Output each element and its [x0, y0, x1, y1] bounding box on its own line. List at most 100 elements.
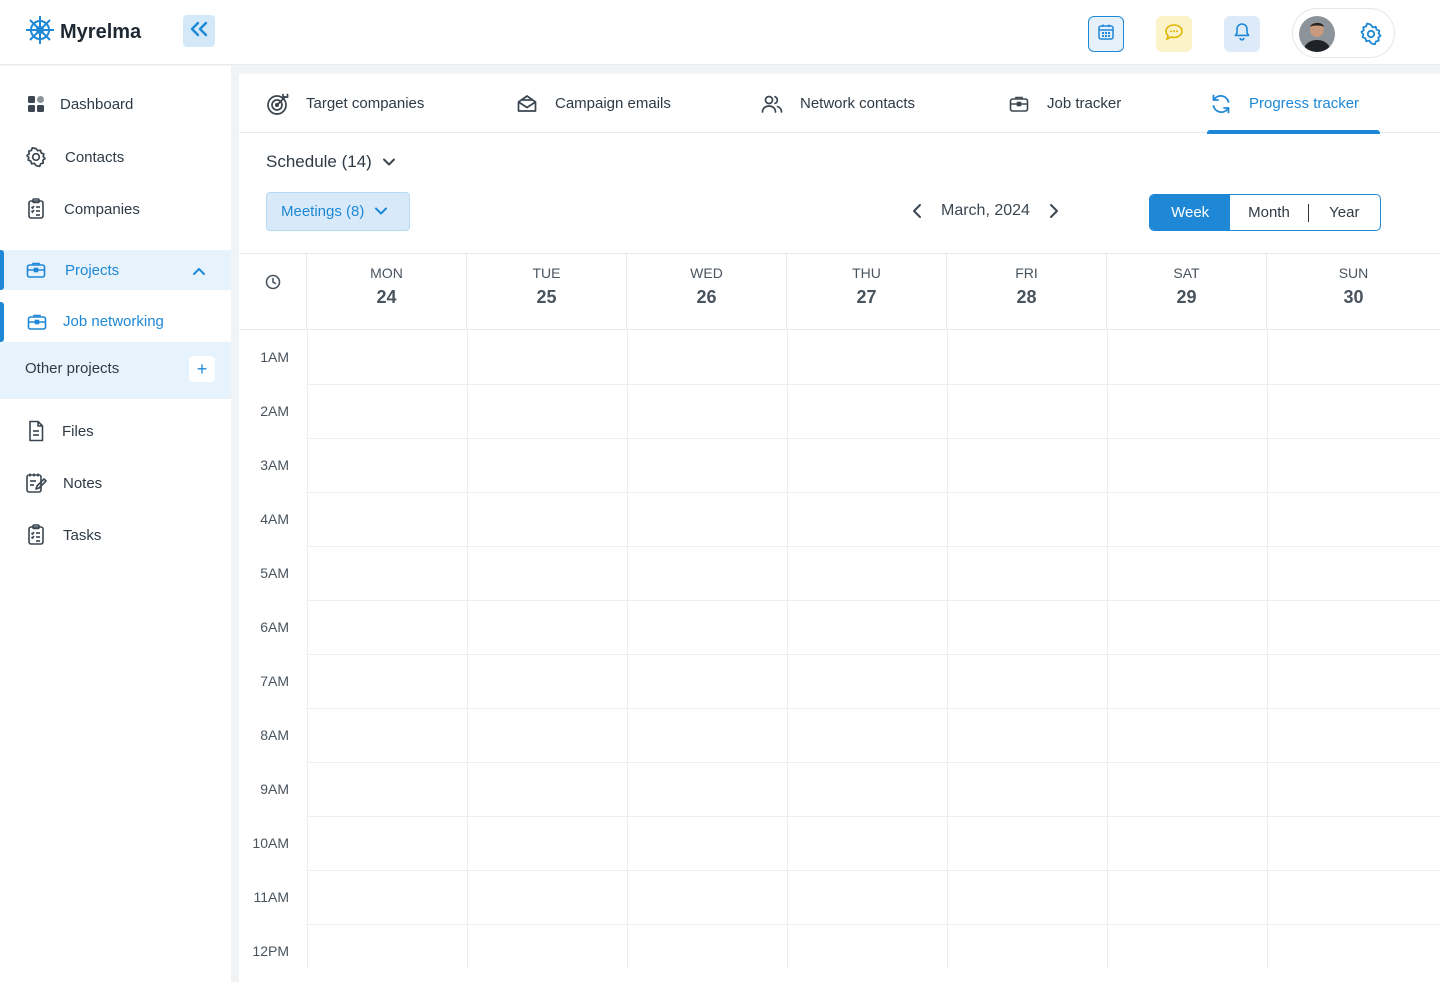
- time-column-header: [239, 254, 307, 330]
- hour-label: 12PM: [252, 943, 289, 959]
- tab-campaign-emails[interactable]: Campaign emails: [515, 74, 671, 133]
- day-number: 29: [1176, 287, 1197, 307]
- chevron-down-icon: [374, 203, 388, 220]
- day-name: SUN: [1338, 265, 1369, 281]
- sidebar-item-label: Projects: [65, 261, 120, 279]
- clipboard-check-icon: [25, 524, 47, 546]
- sidebar-item-job-networking[interactable]: Job networking: [0, 302, 231, 342]
- chevron-right-icon[interactable]: [1046, 202, 1062, 220]
- refresh-icon: [1209, 92, 1233, 116]
- view-week-button[interactable]: Week: [1150, 195, 1231, 230]
- period-navigator: March, 2024: [909, 202, 1062, 220]
- profile-menu: [1292, 8, 1395, 58]
- collapse-sidebar-button[interactable]: [183, 15, 215, 47]
- briefcase-icon: [1007, 92, 1031, 116]
- bell-icon: [1233, 22, 1251, 47]
- hour-label: 11AM: [253, 889, 289, 905]
- settings-button[interactable]: [1359, 22, 1383, 46]
- day-header-tue[interactable]: TUE 25: [467, 254, 627, 330]
- notifications-button[interactable]: [1224, 16, 1260, 52]
- hour-gridline: [307, 924, 1440, 925]
- day-name: TUE: [532, 265, 561, 281]
- tab-job-tracker[interactable]: Job tracker: [1007, 74, 1121, 133]
- logo[interactable]: Myrelma: [24, 14, 141, 51]
- app-root: Myrelma Dashboard Contacts Companies Pro…: [0, 0, 1440, 982]
- avatar[interactable]: [1299, 16, 1335, 52]
- gear-icon: [1359, 22, 1383, 50]
- add-project-button[interactable]: +: [189, 356, 215, 382]
- day-gridline: [1267, 330, 1268, 968]
- hour-gridline: [307, 384, 1440, 385]
- sidebar-item-dashboard[interactable]: Dashboard: [0, 82, 231, 126]
- sidebar-item-notes[interactable]: Notes: [0, 461, 231, 505]
- day-number: 27: [856, 287, 877, 307]
- chevron-down-icon: [382, 152, 396, 172]
- sidebar: Dashboard Contacts Companies Projects Jo…: [0, 66, 231, 982]
- sidebar-item-companies[interactable]: Companies: [0, 187, 231, 231]
- day-name: MON: [370, 265, 403, 281]
- day-name: FRI: [1015, 265, 1038, 281]
- tab-label: Target companies: [306, 95, 425, 112]
- tab-target-companies[interactable]: Target companies: [266, 74, 424, 133]
- day-header-thu[interactable]: THU 27: [787, 254, 947, 330]
- messages-button[interactable]: [1156, 16, 1192, 52]
- calendar-header: MON 24 TUE 25 WED 26 THU 27 FRI 28 SAT 2…: [239, 254, 1440, 330]
- sidebar-item-label: Files: [62, 422, 94, 440]
- hour-gridline: [307, 546, 1440, 547]
- app-name: Myrelma: [60, 21, 142, 43]
- chat-bubble-icon: [1164, 22, 1184, 47]
- hour-gridline: [307, 438, 1440, 439]
- current-period: March, 2024: [941, 202, 1030, 219]
- hour-label: 2AM: [260, 403, 289, 419]
- double-chevron-left-icon: [190, 21, 208, 42]
- day-gridline: [307, 330, 308, 968]
- hour-label: 5AM: [260, 565, 289, 581]
- calendar-view-switch: Week Month Year: [1149, 194, 1381, 231]
- projects-submenu: Job networking Other projects +: [0, 302, 231, 399]
- day-header-sat[interactable]: SAT 29: [1107, 254, 1267, 330]
- day-header-sun[interactable]: SUN 30: [1267, 254, 1440, 330]
- meetings-filter-dropdown[interactable]: Meetings (8): [266, 192, 410, 231]
- calendar-icon: [1097, 23, 1115, 46]
- day-gridline: [1107, 330, 1108, 968]
- clipboard-icon: [25, 198, 47, 220]
- tab-network-contacts[interactable]: Network contacts: [760, 74, 915, 133]
- tab-label: Network contacts: [800, 95, 916, 112]
- briefcase-icon: [25, 259, 47, 281]
- day-header-wed[interactable]: WED 26: [627, 254, 787, 330]
- hour-label: 3AM: [260, 457, 289, 473]
- tab-label: Progress tracker: [1249, 95, 1360, 112]
- hour-gridline: [307, 816, 1440, 817]
- day-number: 30: [1343, 287, 1364, 307]
- tab-progress-tracker[interactable]: Progress tracker: [1207, 74, 1380, 134]
- view-year-button[interactable]: Year: [1309, 195, 1380, 230]
- day-number: 24: [376, 287, 397, 307]
- calendar-button[interactable]: [1088, 16, 1124, 52]
- schedule-dropdown[interactable]: Schedule (14): [266, 152, 396, 172]
- week-calendar: MON 24 TUE 25 WED 26 THU 27 FRI 28 SAT 2…: [239, 253, 1440, 968]
- hour-label: 10AM: [252, 835, 289, 851]
- dashboard-icon: [25, 93, 47, 115]
- hour-gridline: [307, 600, 1440, 601]
- day-header-fri[interactable]: FRI 28: [947, 254, 1107, 330]
- file-icon: [25, 420, 47, 442]
- sidebar-item-projects[interactable]: Projects: [0, 250, 231, 290]
- day-header-mon[interactable]: MON 24: [307, 254, 467, 330]
- sidebar-item-tasks[interactable]: Tasks: [0, 513, 231, 557]
- sidebar-item-label: Dashboard: [60, 95, 134, 113]
- clock-icon: [265, 274, 281, 330]
- meetings-label: Meetings (8): [281, 203, 365, 220]
- sidebar-item-contacts[interactable]: Contacts: [0, 135, 231, 179]
- day-number: 26: [696, 287, 717, 307]
- hour-label: 4AM: [260, 511, 289, 527]
- hour-gridline: [307, 654, 1440, 655]
- day-gridline: [787, 330, 788, 968]
- chevron-left-icon[interactable]: [909, 202, 925, 220]
- view-month-button[interactable]: Month: [1230, 195, 1307, 230]
- other-projects-label: Other projects: [25, 360, 120, 377]
- sidebar-item-files[interactable]: Files: [0, 409, 231, 453]
- chevron-up-icon[interactable]: [192, 263, 206, 281]
- day-gridline: [627, 330, 628, 968]
- top-bar: Myrelma: [0, 0, 1440, 65]
- note-edit-icon: [25, 472, 47, 494]
